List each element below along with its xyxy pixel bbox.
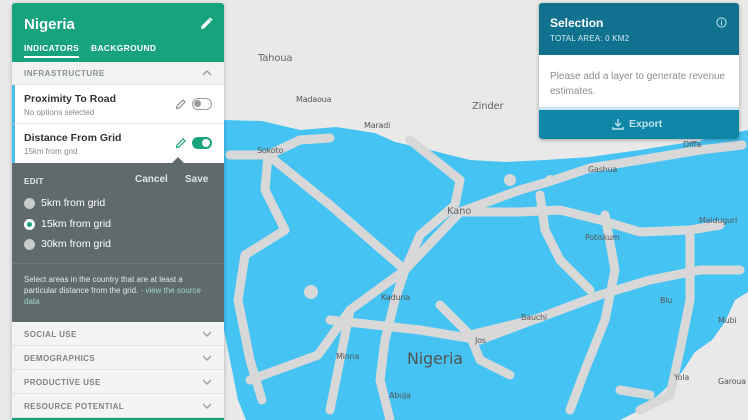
place-label: Gashua bbox=[588, 165, 618, 174]
toggle-knob bbox=[194, 100, 201, 107]
indicator-subtitle: No options selected bbox=[24, 108, 95, 117]
place-label: Minna bbox=[336, 352, 360, 361]
chevron-down-icon bbox=[202, 379, 212, 385]
selection-message: Please add a layer to generate revenue e… bbox=[550, 71, 726, 97]
edit-description: Select areas in the country that are at … bbox=[24, 274, 216, 307]
country-label: Nigeria bbox=[407, 349, 463, 368]
category-label: PRODUCTIVE USE bbox=[24, 378, 101, 387]
category-label: RESOURCE POTENTIAL bbox=[24, 402, 125, 411]
place-label: Sokoto bbox=[257, 146, 284, 155]
chevron-down-icon bbox=[202, 355, 212, 361]
indicator-distance-from-grid[interactable]: Distance From Grid 15km from grid bbox=[12, 124, 224, 163]
place-label: Maradi bbox=[364, 121, 391, 130]
radio-label: 30km from grid bbox=[41, 238, 112, 250]
indicator-toggle[interactable] bbox=[192, 137, 212, 149]
radio-button[interactable] bbox=[24, 219, 35, 230]
place-label: Garoua bbox=[718, 377, 746, 386]
tab-indicators[interactable]: INDICATORS bbox=[24, 43, 80, 58]
chevron-down-icon bbox=[202, 403, 212, 409]
place-label: Bauchi bbox=[521, 313, 547, 322]
info-icon[interactable] bbox=[716, 17, 727, 28]
indicators-panel: Nigeria INDICATORS BACKGROUND INFRASTRUC… bbox=[12, 3, 224, 420]
indicator-subtitle: 15km from grid bbox=[24, 147, 78, 156]
radio-button[interactable] bbox=[24, 198, 35, 209]
place-label: Potiskum bbox=[585, 233, 620, 242]
pencil-icon[interactable] bbox=[199, 17, 213, 31]
place-label: Mubi bbox=[718, 316, 737, 325]
chevron-up-icon bbox=[202, 70, 212, 76]
place-label: Kaduna bbox=[381, 293, 410, 302]
export-button[interactable]: Export bbox=[539, 107, 739, 139]
panel-header: Nigeria INDICATORS BACKGROUND bbox=[12, 3, 224, 62]
place-label: Yola bbox=[674, 373, 690, 382]
category-demographics[interactable]: DEMOGRAPHICS bbox=[12, 346, 224, 370]
category-resource-potential[interactable]: RESOURCE POTENTIAL bbox=[12, 394, 224, 418]
selection-card: Selection TOTAL AREA: 0 KM2 Please add a… bbox=[539, 3, 739, 139]
place-label: Kano bbox=[447, 206, 472, 217]
place-label: Blu bbox=[660, 296, 673, 305]
indicator-name: Distance From Grid bbox=[24, 132, 122, 144]
category-label: DEMOGRAPHICS bbox=[24, 354, 96, 363]
section-infrastructure-header[interactable]: INFRASTRUCTURE bbox=[12, 62, 224, 85]
radio-label: 5km from grid bbox=[41, 197, 106, 209]
category-productive-use[interactable]: PRODUCTIVE USE bbox=[12, 370, 224, 394]
tab-background[interactable]: BACKGROUND bbox=[91, 43, 156, 53]
section-title: INFRASTRUCTURE bbox=[24, 69, 105, 78]
cancel-button[interactable]: Cancel bbox=[135, 174, 168, 185]
place-label: Jos bbox=[475, 336, 486, 345]
export-label: Export bbox=[629, 118, 663, 130]
total-area: TOTAL AREA: 0 KM2 bbox=[550, 34, 630, 43]
toggle-knob bbox=[202, 139, 210, 147]
category-label: SOCIAL USE bbox=[24, 330, 77, 339]
category-social-use[interactable]: SOCIAL USE bbox=[12, 322, 224, 346]
country-title: Nigeria bbox=[24, 16, 75, 33]
radio-label: 15km from grid bbox=[41, 218, 112, 230]
chevron-down-icon bbox=[202, 331, 212, 337]
place-label: Maiduguri bbox=[699, 216, 738, 225]
indicator-toggle[interactable] bbox=[192, 98, 212, 110]
country-shape bbox=[224, 120, 748, 420]
place-label: Diffa bbox=[683, 140, 701, 149]
edit-panel: EDIT Cancel Save 5km from grid 15km from… bbox=[12, 157, 224, 322]
pencil-icon[interactable] bbox=[175, 137, 187, 149]
place-label: Abuja bbox=[389, 391, 411, 400]
radio-button[interactable] bbox=[24, 239, 35, 250]
edit-label: EDIT bbox=[24, 177, 44, 186]
selection-header: Selection TOTAL AREA: 0 KM2 bbox=[539, 3, 739, 55]
divider bbox=[12, 263, 224, 264]
download-icon bbox=[612, 119, 624, 130]
selection-title: Selection bbox=[550, 16, 604, 30]
pencil-icon[interactable] bbox=[175, 98, 187, 110]
place-label: Madaoua bbox=[296, 95, 332, 104]
place-label: Zinder bbox=[472, 101, 504, 112]
save-button[interactable]: Save bbox=[185, 174, 208, 185]
indicator-name: Proximity To Road bbox=[24, 93, 116, 105]
place-label: Tahoua bbox=[258, 53, 293, 64]
indicator-proximity-to-road[interactable]: Proximity To Road No options selected bbox=[12, 85, 224, 124]
